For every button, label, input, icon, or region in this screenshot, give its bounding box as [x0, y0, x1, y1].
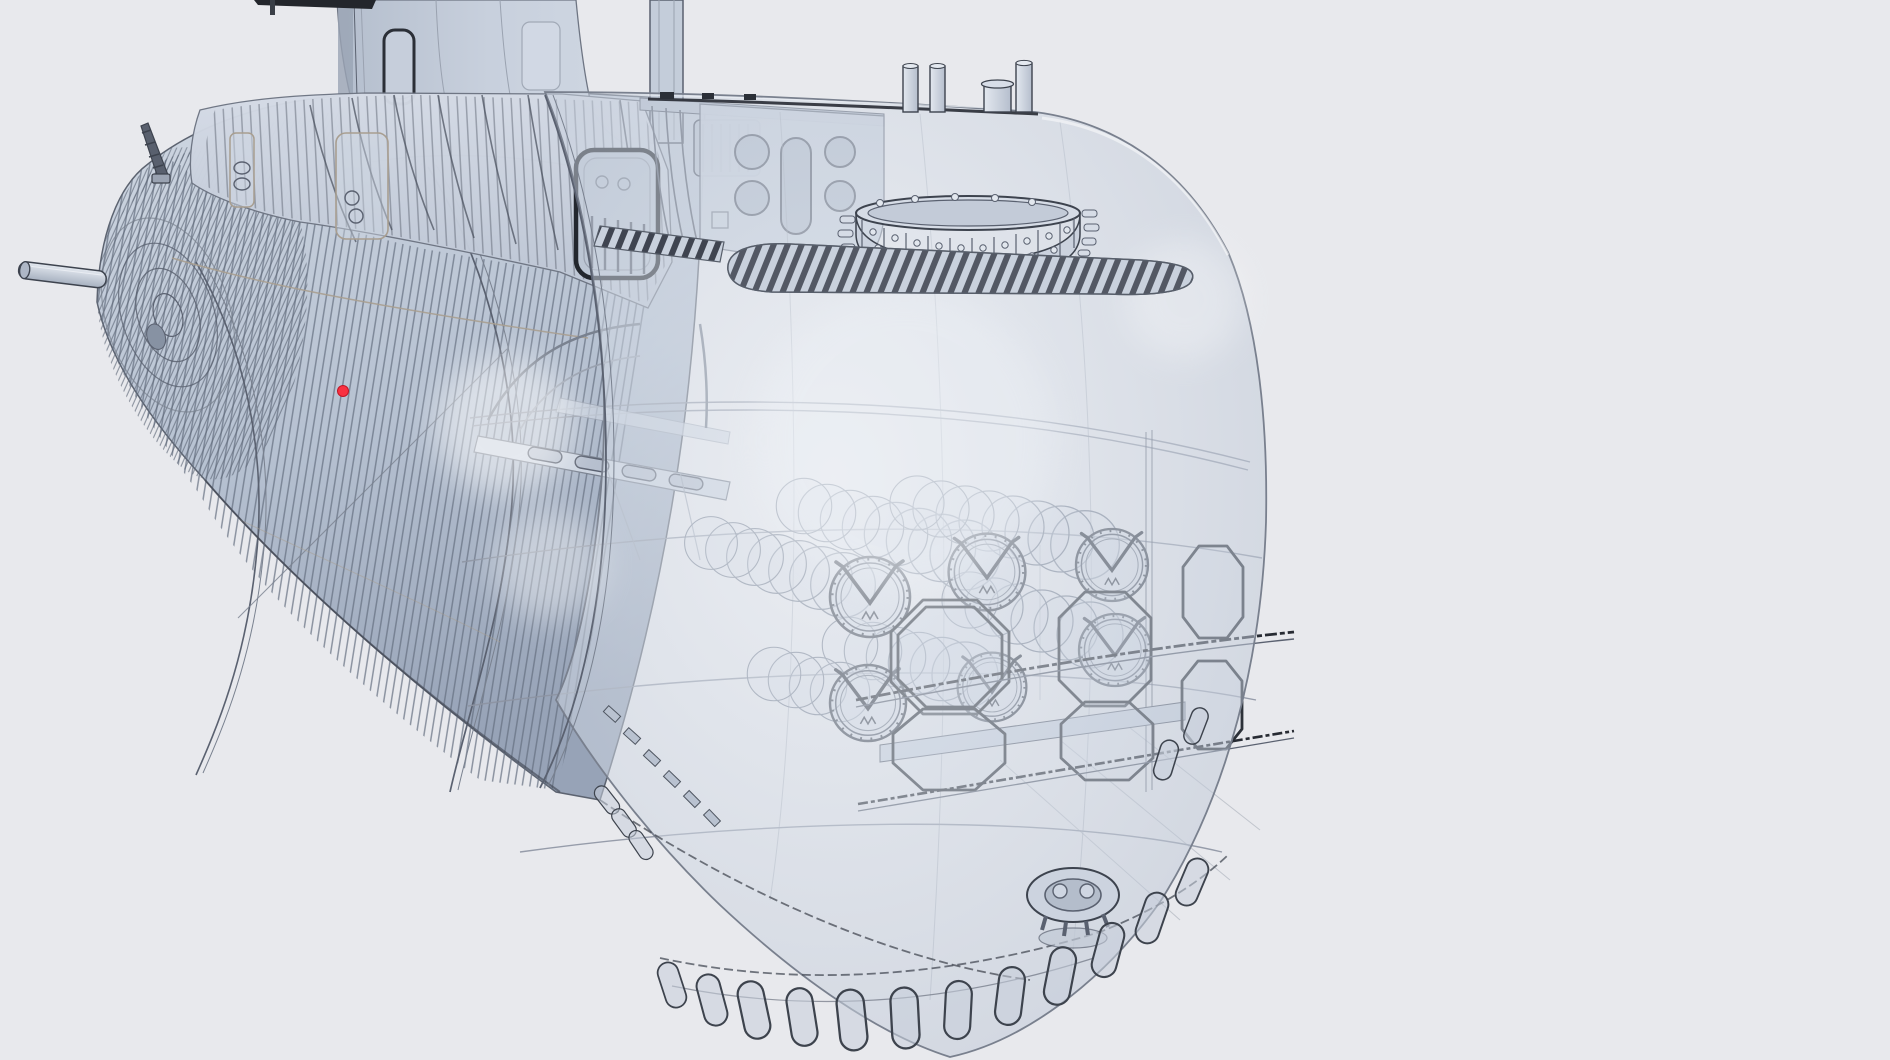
- cad-3d-viewport[interactable]: [0, 0, 1890, 1060]
- pivot-marker: [337, 385, 349, 397]
- model-canvas[interactable]: [0, 0, 1890, 1060]
- pipe-4-flanged: [980, 79, 1015, 113]
- pipe-1: [902, 63, 919, 113]
- pipe-2: [929, 63, 946, 113]
- sail-panel: [521, 21, 561, 91]
- pipe-3: [1015, 59, 1033, 113]
